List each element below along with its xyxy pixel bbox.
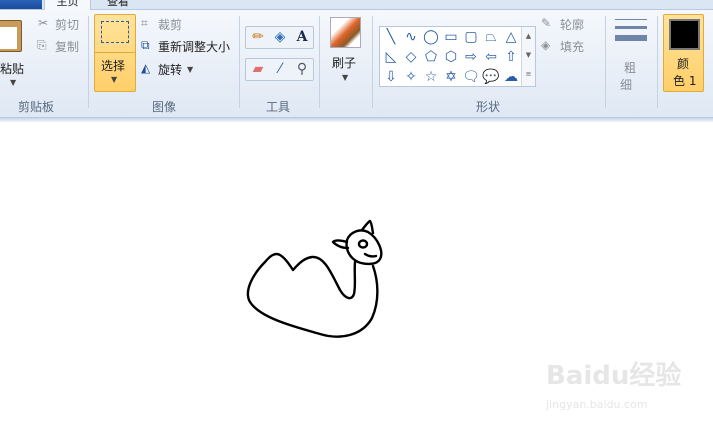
resize-icon: ⧉: [141, 38, 150, 52]
shape-item[interactable]: ⇧: [501, 47, 521, 67]
shape-item[interactable]: ◇: [401, 47, 421, 67]
color-1-swatch: [669, 19, 700, 50]
shape-item[interactable]: ◯: [421, 27, 441, 47]
gallery-scroll[interactable]: ▲ ▼ ≡: [521, 27, 535, 86]
ribbon: 粘贴 ▼ ✂ 剪切 ⎘ 复制 剪贴板 选择 ▼ ⌗ 裁剪 ⧉ 重新调整大小 ◭ …: [0, 10, 713, 118]
shape-item[interactable]: ⬡: [441, 47, 461, 67]
scissors-icon: ✂: [38, 16, 49, 30]
shape-item[interactable]: ✧: [401, 67, 421, 87]
camel-mouth: [363, 252, 378, 258]
camel-eye: [357, 239, 369, 249]
brush-label: 刷子: [332, 56, 357, 70]
clipboard-group-label: 剪贴板: [18, 100, 55, 114]
shape-item[interactable]: 💬: [481, 67, 501, 87]
shape-item[interactable]: ╲: [381, 27, 401, 47]
rotate-icon: ◭: [141, 61, 151, 75]
shape-item[interactable]: ✡: [441, 67, 461, 87]
shape-item[interactable]: ⇩: [381, 67, 401, 87]
size-label-2: 细: [620, 78, 633, 92]
brush-button[interactable]: 刷子 ▼: [328, 15, 364, 90]
shape-item[interactable]: ☁: [501, 67, 521, 87]
shape-item[interactable]: ▭: [441, 27, 461, 47]
title-tab-bar: 主页 查看: [0, 0, 713, 10]
paste-button[interactable]: 粘贴 ▼: [0, 16, 28, 88]
divider: [319, 16, 320, 108]
camel-body: [246, 252, 379, 338]
text-icon[interactable]: A: [292, 27, 312, 47]
chevron-down-icon: ▼: [10, 78, 17, 87]
divider: [372, 16, 373, 108]
cut-button[interactable]: 剪切: [55, 16, 79, 33]
watermark-brand: Baidu经验: [546, 361, 682, 391]
tab-view[interactable]: 查看: [98, 0, 138, 10]
pencil-icon[interactable]: ✏: [248, 27, 268, 47]
chevron-down-icon: ▼: [111, 75, 118, 84]
shapes-gallery: ╲ ∿ ◯ ▭ ▢ ⏢ △ ◺ ◇ ⬠ ⬡ ⇨ ⇦ ⇧ ⇩ ✧ ☆ ✡ 🗨 💬 ☁ ▲ ▼ ≡: [379, 26, 536, 87]
outline-button[interactable]: 轮廓: [560, 16, 584, 33]
chevron-down-icon: ▼: [187, 65, 194, 74]
crop-button[interactable]: 裁剪: [158, 16, 182, 33]
select-rect-icon: [101, 21, 129, 43]
select-button[interactable]: 选择 ▼: [94, 14, 136, 92]
magnifier-icon[interactable]: ⚲: [292, 59, 312, 79]
size-button[interactable]: 粗 细: [612, 16, 652, 92]
watermark-url: jingyan.baidu.com: [546, 398, 648, 411]
tools-group-label: 工具: [266, 100, 291, 114]
color-1-label: 颜: [677, 57, 690, 71]
color-1-label-2: 色 1: [673, 74, 697, 88]
fill-shape-button[interactable]: 填充: [560, 38, 584, 55]
divider: [88, 16, 89, 108]
eraser-icon[interactable]: ▰: [248, 59, 268, 79]
fill-icon[interactable]: ◈: [270, 27, 290, 47]
shape-item[interactable]: 🗨: [461, 67, 481, 87]
color-picker-icon[interactable]: ⁄: [270, 59, 290, 79]
color-1-button[interactable]: 颜 色 1: [663, 14, 704, 92]
divider: [657, 16, 658, 108]
divider: [239, 16, 240, 108]
paint-menu-button[interactable]: [0, 0, 42, 9]
brush-icon: [330, 17, 361, 48]
shape-item[interactable]: △: [501, 27, 521, 47]
shape-item[interactable]: ⏢: [481, 27, 501, 47]
shape-item[interactable]: ⇦: [481, 47, 501, 67]
tools-row-1: ✏ ◈ A: [245, 26, 314, 49]
resize-button[interactable]: 重新调整大小: [158, 38, 230, 55]
clipboard-icon: [0, 20, 22, 52]
shapes-group-label: 形状: [476, 100, 501, 114]
shape-item[interactable]: ⇨: [461, 47, 481, 67]
crop-icon: ⌗: [141, 16, 148, 30]
fill-shape-icon: ◈: [541, 38, 551, 52]
image-group-label: 图像: [152, 100, 177, 114]
rotate-button[interactable]: 旋转: [158, 61, 182, 78]
size-label: 粗: [624, 61, 637, 75]
paste-label: 粘贴: [0, 62, 25, 76]
shape-item[interactable]: ∿: [401, 27, 421, 47]
shape-item[interactable]: ◺: [381, 47, 401, 67]
shape-item[interactable]: ▢: [461, 27, 481, 47]
select-label: 选择: [101, 59, 126, 73]
divider: [605, 16, 606, 108]
tools-row-2: ▰ ⁄ ⚲: [245, 58, 314, 81]
shape-item[interactable]: ☆: [421, 67, 441, 87]
tab-home[interactable]: 主页: [44, 0, 91, 10]
copy-icon: ⎘: [37, 38, 47, 52]
shape-item[interactable]: ⬠: [421, 47, 441, 67]
chevron-down-icon: ▼: [342, 73, 349, 82]
copy-button[interactable]: 复制: [55, 38, 79, 55]
outline-icon: ✎: [541, 16, 552, 30]
